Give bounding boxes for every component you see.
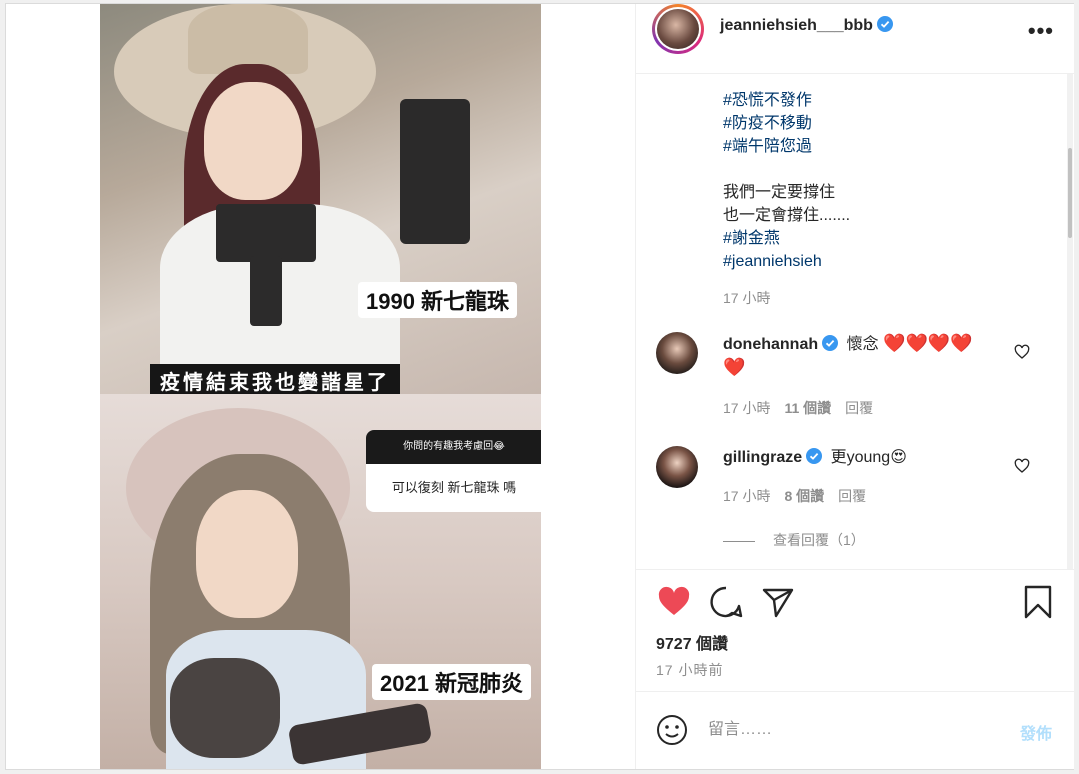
- comment-meta: 17 小時 8 個讚 回覆: [723, 486, 866, 506]
- comment-emoji: ❤️: [723, 357, 746, 377]
- commenter-avatar[interactable]: [656, 446, 698, 488]
- comment-meta: 17 小時 11 個讚 回覆: [723, 398, 873, 418]
- comment-item: gillingraze 更young😍 17 小時 8 個讚 回覆: [656, 446, 1056, 516]
- mirror-shape: [400, 99, 470, 244]
- caption-clipped-line: [723, 74, 850, 89]
- view-replies-line: [723, 540, 755, 542]
- comment-body: gillingraze 更young😍: [723, 446, 1013, 469]
- post-caption: #恐慌不發作 #防疫不移動 #端午陪您過 我們一定要撐住 也一定會撐住.....…: [723, 74, 850, 310]
- comment-like-icon[interactable]: [1014, 458, 1030, 474]
- share-icon[interactable]: [760, 584, 796, 620]
- caption-hashtag[interactable]: #防疫不移動: [723, 112, 850, 135]
- comment-username[interactable]: gillingraze: [723, 449, 802, 466]
- heart-icon[interactable]: [656, 584, 692, 620]
- question-sticker: 你問的有趣我考慮回😂 可以復刻 新七龍珠 嗎: [366, 430, 541, 512]
- comment-item: donehannah 懷念 ❤️❤️❤️❤️ ❤️ 17 小時 11 個讚 回覆: [656, 332, 1056, 422]
- face-2021-shape: [196, 490, 298, 618]
- comment-username[interactable]: donehannah: [723, 336, 818, 353]
- question-text: 可以復刻 新七龍珠 嗎: [391, 480, 517, 495]
- reply-button[interactable]: 回覆: [838, 488, 866, 504]
- caption-1990: 1990 新七龍珠: [358, 282, 518, 318]
- caption-time: 17 小時: [723, 290, 771, 306]
- comment-emoji: ❤️❤️❤️❤️: [883, 333, 973, 353]
- commenter-avatar[interactable]: [656, 332, 698, 374]
- comments-scrollbar[interactable]: [1067, 74, 1073, 569]
- emoji-icon[interactable]: [656, 714, 688, 746]
- comment-icon[interactable]: [708, 584, 744, 620]
- caption-hashtag[interactable]: #端午陪您過: [723, 135, 850, 158]
- face-shape: [204, 82, 302, 200]
- comments-list: #恐慌不發作 #防疫不移動 #端午陪您過 我們一定要撐住 也一定會撐住.....…: [636, 74, 1074, 569]
- comment-text: 懷念: [846, 336, 879, 353]
- caption-text-line: 我們一定要撐住: [723, 184, 836, 201]
- more-icon[interactable]: •••: [1028, 18, 1054, 44]
- author-avatar[interactable]: [652, 4, 704, 54]
- post-media-area: 1990 新七龍珠 疫情結束我也變諧星了 你問的有趣我考慮回😂 可以復刻 新七龍…: [6, 4, 635, 769]
- author-username-row: jeanniehsieh___bbb: [720, 16, 893, 35]
- comment-time: 17 小時: [723, 400, 771, 416]
- gun-grip-shape: [250, 256, 282, 326]
- caption-hashtag[interactable]: #jeanniehsieh: [723, 250, 850, 273]
- caption-2021: 2021 新冠肺炎: [372, 664, 532, 700]
- post-actions: 9727 個讚 17 小時前: [636, 569, 1074, 691]
- question-header: 你問的有趣我考慮回😂: [366, 430, 541, 464]
- verified-icon: [806, 448, 823, 464]
- comment-input[interactable]: [708, 716, 998, 744]
- comment-body: donehannah 懷念 ❤️❤️❤️❤️ ❤️: [723, 332, 1013, 380]
- comment-emoji: 😍: [890, 449, 907, 466]
- gun-shape: [216, 204, 316, 262]
- post-comment-button[interactable]: 發佈: [1020, 720, 1052, 744]
- reply-button[interactable]: 回覆: [845, 400, 873, 416]
- caption-hashtag[interactable]: #恐慌不發作: [723, 89, 850, 112]
- view-replies-label: 查看回覆（1）: [773, 532, 865, 548]
- comment-time: 17 小時: [723, 488, 771, 504]
- comment-likes[interactable]: 8 個讚: [784, 488, 824, 504]
- bookmark-icon[interactable]: [1020, 584, 1056, 620]
- comment-likes[interactable]: 11 個讚: [784, 400, 831, 416]
- caption-banner: 疫情結束我也變諧星了: [150, 364, 400, 397]
- verified-icon: [876, 16, 893, 32]
- comment-like-icon[interactable]: [1014, 344, 1030, 360]
- photo-1990: [100, 4, 541, 394]
- comment-text: 更young: [830, 449, 891, 466]
- caption-text-line: 也一定會撐住.......: [723, 207, 851, 224]
- post-image[interactable]: 1990 新七龍珠 疫情結束我也變諧星了 你問的有趣我考慮回😂 可以復刻 新七龍…: [100, 4, 541, 769]
- post-sidebar: jeanniehsieh___bbb ••• #恐慌不發作 #防疫不移動 #端午…: [635, 4, 1074, 769]
- view-replies-button[interactable]: 查看回覆（1）: [723, 530, 865, 550]
- likes-count[interactable]: 9727 個讚: [656, 630, 728, 654]
- post-timestamp: 17 小時前: [656, 662, 724, 678]
- vacuum-shape: [170, 658, 280, 758]
- post-header: jeanniehsieh___bbb •••: [636, 4, 1074, 74]
- caption-hashtag[interactable]: #謝金燕: [723, 227, 850, 250]
- author-username[interactable]: jeanniehsieh___bbb: [720, 17, 873, 34]
- instagram-post-window: 1990 新七龍珠 疫情結束我也變諧星了 你問的有趣我考慮回😂 可以復刻 新七龍…: [5, 3, 1074, 770]
- verified-icon: [822, 335, 839, 351]
- add-comment-bar: 發佈: [636, 691, 1074, 769]
